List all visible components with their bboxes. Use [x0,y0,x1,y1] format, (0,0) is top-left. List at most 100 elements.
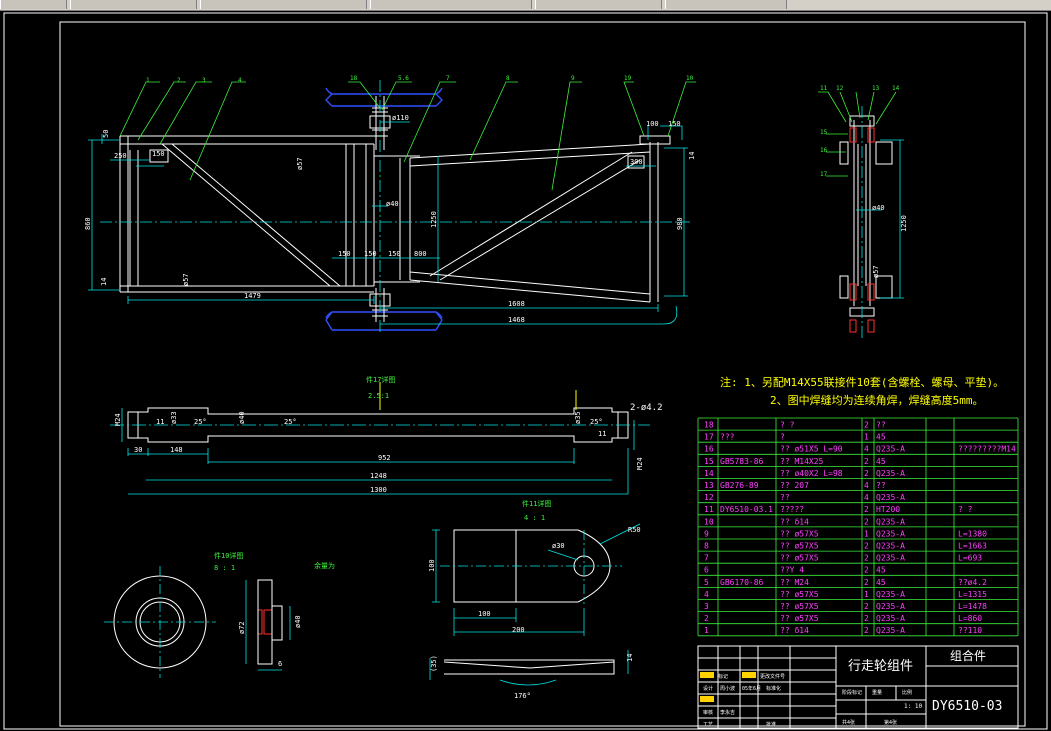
bom-cell-qty: 2 [864,614,869,623]
detail11-dim-35: (35) [430,655,438,672]
tab-5[interactable] [535,0,662,9]
bom-cell-no: 11 [704,505,714,514]
detail10-dim-phi40: ø40 [294,615,302,628]
dim-50: 50 [102,130,110,138]
bom-cell-mat: Q235-A [876,542,905,551]
bom-cell-no: 9 [704,529,709,538]
detail11-dim-176: 176° [514,692,531,700]
dim-860: 860 [84,217,92,230]
tb-label-process: 工艺 [703,722,713,728]
bom-cell-rem: L=693 [958,554,982,563]
tab-1[interactable] [0,0,67,9]
detail10-title: 件10详图 [214,551,243,560]
detail10-dim-6: 6 [278,660,282,668]
bom-cell-name: ?? ø40X2 L=98 [780,469,843,478]
bom-cell-name: ?? ø57X5 [780,614,819,623]
bom-cell-qty: 2 [864,566,869,575]
side-part-13: 13 [872,85,880,92]
part-no-1: 1 [146,77,150,84]
dim-150: 150 [152,150,165,158]
bom-cell-qty: 2 [864,469,869,478]
dim-phi40: ø40 [386,200,399,208]
side-part-16: 16 [820,147,828,154]
bom-cell-qty: 1 [864,433,869,442]
side-part-11: 11 [820,85,828,92]
tb-label-date: 05年6月 [742,685,761,692]
tab-2[interactable] [70,0,197,9]
bom-cell-mat: Q235-A [876,445,905,454]
bill-of-materials: 18? ? 2 ??17???? 1 4516?? ø51X5 L=90 4 Q235-A?… [697,417,1019,637]
detail11-dim-100-v: 100 [428,559,436,572]
bom-cell-name: ?? δ14 [780,626,809,635]
bom-cell-mat: 45 [876,457,886,466]
bom-cell-qty: 4 [864,481,869,490]
tb-label-std: 标准化 [766,685,781,692]
side-part-14: 14 [892,85,900,92]
dim-14: 14 [688,152,696,160]
bom-cell-name: ?? 207 [780,481,809,490]
bom-cell-no: 3 [704,602,709,611]
part-no-2: 2 [177,77,181,84]
bom-cell-mat: ?? [876,481,886,490]
tb-drawing-number: DY6510-03 [932,699,1002,714]
detail10-scale: 8 : 1 [214,564,235,572]
bom-cell-mat: HT200 [876,505,900,514]
dim-100: 100 [646,120,659,128]
detail17-note: 2-ø4.2 [630,403,663,413]
side-part-17: 17 [820,171,828,178]
tab-3[interactable] [200,0,367,9]
bom-cell-mat: Q235-A [876,626,905,635]
tb-label-sheet-no: 第4张 [884,719,897,726]
detail10-side-label: 余量为 [314,561,335,570]
tb-part-type: 组合件 [950,648,986,663]
bom-cell-no: 4 [704,590,709,599]
bom-cell-rem: ??110 [958,626,982,635]
bom-cell-code: DY6510-03.1 [720,505,773,514]
bom-cell-no: 2 [704,614,709,623]
cad-drawing-canvas[interactable]: 1 2 3 4 18 5.6 7 8 9 19 10 50 250 150 ø5… [0,10,1051,731]
bom-cell-rem: ?????????M14 [958,445,1016,454]
bom-cell-rem: L=1478 [958,602,987,611]
bom-cell-no: 6 [704,566,709,575]
detail11-dim-phi30: ø30 [552,542,565,550]
bom-cell-qty: 4 [864,493,869,502]
dim-150-a: 150 [338,250,351,258]
bom-cell-rem: L=860 [958,614,982,623]
tb-label-designer: 周小波 [720,685,735,692]
bom-cell-rem: ??ø4.2 [958,578,987,587]
side-dim-1250: 1250 [900,215,908,232]
bom-cell-mat: Q235-A [876,469,905,478]
bom-cell-mat: ?? [876,421,886,430]
detail17-dim-30: 30 [134,446,142,454]
bom-cell-no: 10 [704,517,714,526]
bom-cell-no: 18 [704,421,714,430]
tab-6[interactable] [665,0,787,9]
dim-14-b: 14 [100,278,108,286]
detail17-dim-25-a: 25° [194,418,207,426]
bom-cell-no: 8 [704,542,709,551]
tab-4[interactable] [370,0,532,9]
bom-cell-mat: Q235-A [876,590,905,599]
bom-cell-qty: 2 [864,517,869,526]
detail11-lug [429,523,641,686]
tb-label-total-sheets: 共4张 [842,719,855,726]
bom-cell-qty: 2 [864,421,869,430]
tb-label-scale: 比例 [902,689,912,696]
detail17-dim-11-left: 11 [156,418,164,426]
bom-cell-no: 5 [704,578,709,587]
bom-cell-qty: 2 [864,602,869,611]
side-dim-phi57: ø57 [872,265,880,278]
detail11-dim-100-h: 100 [478,610,491,618]
detail11-dim-14: 14 [626,654,634,662]
bom-cell-mat: Q235-A [876,602,905,611]
bom-cell-mat: Q235-A [876,529,905,538]
bom-cell-no: 14 [704,469,714,478]
bom-cell-no: 12 [704,493,714,502]
detail17-dim-phi40: ø40 [238,411,246,424]
dim-1479: 1479 [244,292,261,300]
detail10-washer [104,566,291,678]
bom-cell-name: ?? ø57X5 [780,554,819,563]
dim-1250: 1250 [430,211,438,228]
side-part-12: 12 [836,85,844,92]
tb-scale-value: 1: 10 [904,703,922,710]
